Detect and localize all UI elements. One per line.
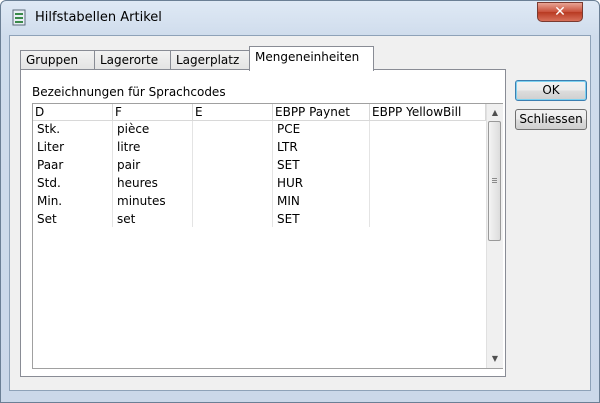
dialog-client-area: Gruppen Lagerorte Lagerplatz Mengeneinhe… xyxy=(9,35,591,391)
cell-d[interactable]: Min. xyxy=(35,192,113,210)
units-grid[interactable]: D F E EBPP Paynet EBPP YellowBill Stk. p… xyxy=(32,103,503,369)
title-bar[interactable]: Hilfstabellen Artikel ✕ xyxy=(1,1,599,35)
scrollbar-thumb[interactable] xyxy=(488,121,501,241)
cell-d[interactable]: Stk. xyxy=(35,120,113,138)
cell-ebpp-yellowbill[interactable] xyxy=(372,192,486,210)
tab-label: Lagerorte xyxy=(100,53,159,67)
cell-ebpp-paynet[interactable]: SET xyxy=(275,156,370,174)
grip-line xyxy=(492,182,497,183)
cell-e[interactable] xyxy=(195,156,273,174)
column-header-ebpp-paynet[interactable]: EBPP Paynet xyxy=(273,104,370,121)
cell-ebpp-yellowbill[interactable] xyxy=(372,210,486,228)
cell-ebpp-yellowbill[interactable] xyxy=(372,120,486,138)
cell-e[interactable] xyxy=(195,192,273,210)
cell-f[interactable]: heures xyxy=(115,174,193,192)
cell-ebpp-paynet[interactable]: MIN xyxy=(275,192,370,210)
table-icon xyxy=(12,9,26,26)
cell-ebpp-yellowbill[interactable] xyxy=(372,138,486,156)
cell-f[interactable]: litre xyxy=(115,138,193,156)
cell-f[interactable]: pair xyxy=(115,156,193,174)
cell-f[interactable]: pièce xyxy=(115,120,193,138)
cell-f[interactable]: set xyxy=(115,210,193,228)
tab-label: Gruppen xyxy=(26,53,79,67)
cell-ebpp-yellowbill[interactable] xyxy=(372,156,486,174)
cell-ebpp-paynet[interactable]: HUR xyxy=(275,174,370,192)
grip-line xyxy=(492,180,497,181)
cell-d[interactable]: Std. xyxy=(35,174,113,192)
cell-e[interactable] xyxy=(195,210,273,228)
group-label: Bezeichnungen für Sprachcodes xyxy=(32,85,226,99)
cell-d[interactable]: Set xyxy=(35,210,113,228)
tab-panel-mengeneinheiten: Bezeichnungen für Sprachcodes D F E EBPP… xyxy=(20,69,506,377)
close-icon: ✕ xyxy=(554,4,566,20)
grip-line xyxy=(492,178,497,179)
cell-ebpp-paynet[interactable]: LTR xyxy=(275,138,370,156)
ok-button[interactable]: OK xyxy=(515,80,587,101)
column-header-e[interactable]: E xyxy=(193,104,273,121)
cell-ebpp-paynet[interactable]: SET xyxy=(275,210,370,228)
column-header-ebpp-yellowbill[interactable]: EBPP YellowBill xyxy=(370,104,486,121)
cell-e[interactable] xyxy=(195,174,273,192)
scroll-up-arrow-icon[interactable]: ▲ xyxy=(487,104,503,121)
cell-ebpp-yellowbill[interactable] xyxy=(372,174,486,192)
dialog-window: Hilfstabellen Artikel ✕ Gruppen Lagerort… xyxy=(0,0,600,403)
tab-lagerorte[interactable]: Lagerorte xyxy=(94,50,171,70)
tab-lagerplatz[interactable]: Lagerplatz xyxy=(170,50,250,70)
tab-gruppen[interactable]: Gruppen xyxy=(20,50,95,70)
cell-e[interactable] xyxy=(195,138,273,156)
vertical-scrollbar[interactable]: ▲ ▼ xyxy=(486,104,503,368)
cell-d[interactable]: Liter xyxy=(35,138,113,156)
window-title: Hilfstabellen Artikel xyxy=(35,10,162,25)
tab-label: Mengeneinheiten xyxy=(255,50,360,64)
tab-mengeneinheiten[interactable]: Mengeneinheiten xyxy=(249,46,374,71)
column-header-f[interactable]: F xyxy=(113,104,193,121)
column-header-d[interactable]: D xyxy=(33,104,113,121)
cell-ebpp-paynet[interactable]: PCE xyxy=(275,120,370,138)
close-window-button[interactable]: ✕ xyxy=(537,2,583,22)
cell-d[interactable]: Paar xyxy=(35,156,113,174)
close-button[interactable]: Schliessen xyxy=(515,109,587,130)
tab-label: Lagerplatz xyxy=(176,53,240,67)
cell-e[interactable] xyxy=(195,120,273,138)
cell-f[interactable]: minutes xyxy=(115,192,193,210)
scroll-down-arrow-icon[interactable]: ▼ xyxy=(487,350,503,367)
